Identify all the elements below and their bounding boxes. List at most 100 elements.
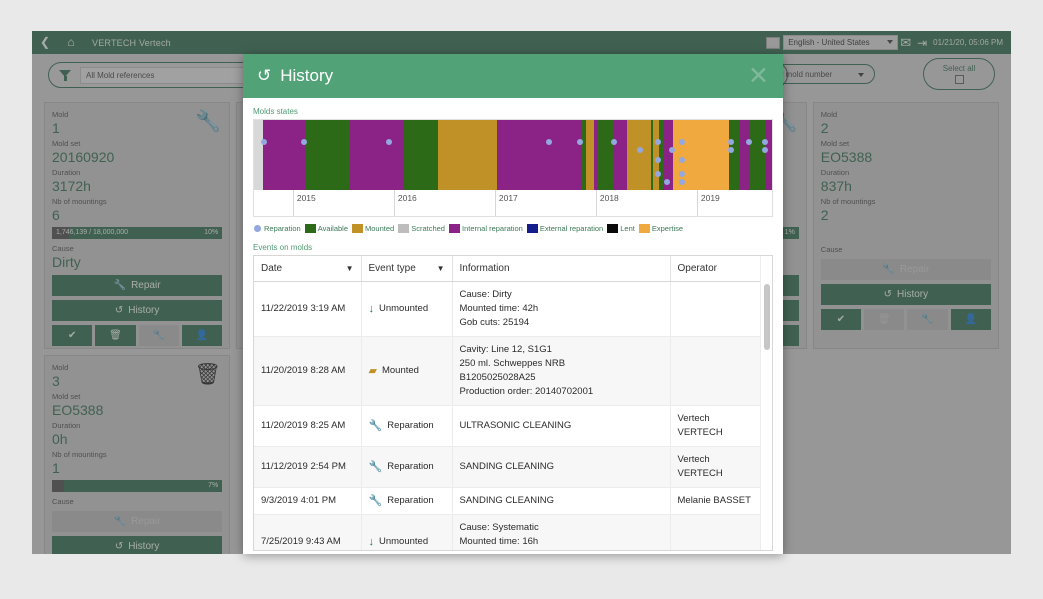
check-button[interactable]: ✔ (52, 325, 93, 346)
events-table: Date ▼ Event type ▼ Information Operator 11/2… (254, 256, 764, 551)
trash-icon[interactable]: 🗑 (195, 364, 222, 385)
cell-operator (670, 281, 764, 337)
table-scrollbar[interactable] (760, 256, 772, 550)
cell-date: 11/12/2019 2:54 PM (254, 446, 362, 488)
legend-label: Available (317, 224, 349, 233)
mountings-label: Nb of mountings (52, 450, 107, 459)
repair-button[interactable]: 🔧 Repair (52, 275, 223, 296)
filter-icon[interactable] (59, 69, 72, 81)
repair-button[interactable]: 🔧 Repair (52, 511, 223, 532)
chart-segment (739, 120, 751, 190)
duration-value: 3172h (52, 178, 91, 194)
usage-meter: 1,746,139 / 18,000,000 10% (52, 227, 223, 239)
moldset-value: 20160920 (52, 149, 115, 165)
information-line: Cavity: Line 12, S1G1 (459, 343, 552, 355)
table-row[interactable]: 11/20/2019 8:28 AM ▰ Mounted Cavity: Line… (254, 336, 764, 406)
logout-icon[interactable]: ⇥ (917, 36, 927, 50)
check-button[interactable]: ✔ (820, 309, 862, 330)
mountings-label: Nb of mountings (820, 197, 876, 206)
history-button[interactable]: ↺ History (52, 536, 223, 554)
table-row[interactable]: 11/12/2019 2:54 PM 🔧 Reparation SANDING C… (254, 446, 764, 488)
check-icon: ✔ (836, 314, 846, 325)
modal-header: ↺ History ✕ (243, 54, 783, 98)
chart-segment (497, 120, 583, 190)
chevron-down-icon (887, 40, 894, 44)
home-icon[interactable]: ⌂ (58, 31, 84, 54)
column-header-label: Event type (368, 262, 416, 274)
reparation-point (727, 139, 734, 146)
table-row[interactable]: 11/20/2019 8:25 AM 🔧 Reparation ULTRASONI… (254, 405, 764, 447)
legend-swatch (448, 224, 460, 233)
cell-information: SANDING CLEANING (452, 446, 671, 488)
column-header-operator[interactable]: Operator (670, 256, 764, 282)
operator-button[interactable]: 👤 (181, 325, 223, 346)
history-icon: ↺ (114, 305, 124, 316)
chart-segment (597, 120, 615, 190)
wrench-icon[interactable]: 🔧 (195, 111, 221, 132)
moldset-label: Mold set (52, 139, 81, 148)
history-button[interactable]: ↺ History (820, 284, 991, 305)
cause-label: Cause (52, 244, 74, 253)
card-action-row: ✔ 🗑 🔧 👤 (52, 325, 223, 346)
cell-event-type: 🔧 Reparation (361, 487, 453, 515)
legend-swatch (254, 225, 261, 232)
table-row[interactable]: 9/3/2019 4:01 PM 🔧 Reparation SANDING CLE… (254, 487, 764, 515)
history-button[interactable]: ↺ History (52, 300, 223, 321)
table-row[interactable]: 11/22/2019 3:19 AM ↓ Unmounted Cause: Dir… (254, 281, 764, 337)
back-icon[interactable]: ❮ (32, 31, 58, 54)
wrench-icon: 🔧 (113, 516, 127, 527)
arrow-down-icon: ↓ (368, 535, 375, 548)
screen: ❮ ⌂ VERTECH Vertech English - United Sta… (0, 0, 1043, 599)
column-header-event-type[interactable]: Event type ▼ (361, 256, 453, 282)
duration-label: Duration (52, 168, 81, 177)
axis-tick-label: 2015 (296, 193, 316, 203)
close-icon[interactable]: ✕ (748, 63, 769, 89)
cell-information: ULTRASONIC CLEANING (452, 405, 671, 447)
filter-icon[interactable]: ▼ (346, 264, 354, 273)
moldset-value: EO5388 (52, 402, 104, 418)
wrench-icon: 🔧 (152, 330, 165, 341)
column-header-information[interactable]: Information (452, 256, 671, 282)
table-row[interactable]: 7/25/2019 9:43 AM ↓ Unmounted Cause: Syst… (254, 514, 764, 551)
select-all-button[interactable]: Select all (923, 58, 995, 90)
usage-meter: 7% (52, 480, 223, 492)
filter-icon[interactable]: ▼ (437, 264, 445, 273)
mold-label: Mold (820, 110, 838, 119)
information-line: Gob cuts: 25194 (459, 316, 530, 328)
mold-card[interactable]: 🔧 Mold 1 Mold set 20160920 Duration 3172… (44, 102, 231, 349)
moldset-label: Mold set (820, 139, 850, 148)
cell-operator (670, 336, 764, 406)
repair-button[interactable]: 🔧 Repair (820, 259, 991, 280)
wrench-button[interactable]: 🔧 (907, 309, 948, 330)
column-header-date[interactable]: Date ▼ (254, 256, 362, 282)
information-line: Gob cuts: 7308 (460, 549, 663, 551)
legend-swatch (526, 224, 538, 233)
operator-icon: 👤 (195, 330, 209, 341)
chart-plot-area (254, 120, 772, 190)
trash-button[interactable]: 🗑 (95, 325, 136, 346)
cell-operator: Melanie BASSET (670, 487, 764, 515)
envelope-icon[interactable]: ✉ (900, 35, 911, 51)
language-selector[interactable]: English - United States (783, 35, 899, 50)
chevron-down-icon (858, 73, 864, 77)
duration-label: Duration (820, 168, 850, 177)
select-all-checkbox[interactable] (954, 75, 964, 84)
cell-date: 9/3/2019 4:01 PM (254, 487, 362, 515)
mold-card[interactable]: Mold 2 Mold set EO5388 Duration 837h Nb … (812, 102, 999, 349)
axis-tick-label: 2019 (700, 193, 720, 203)
chart-section-label: Molds states (253, 107, 298, 116)
operator-button[interactable]: 👤 (950, 309, 991, 330)
repair-label: Repair (131, 280, 161, 291)
chart-legend: Reparation Available Mounted Scratched Inter… (253, 224, 773, 233)
scrollbar-thumb[interactable] (764, 284, 770, 350)
trash-button[interactable]: 🗑 (864, 309, 905, 330)
modal-body: Molds states 2015 2016 2017 2018 2019 Repara… (243, 98, 783, 551)
mold-card[interactable]: 🗑 Mold 3 Mold set EO5388 Duration 0h Nb … (44, 355, 231, 554)
cause-label: Cause (52, 497, 74, 506)
legend-swatch (638, 224, 650, 233)
modal-title: History (280, 66, 334, 85)
chart-segment (728, 120, 740, 190)
wrench-button[interactable]: 🔧 (138, 325, 179, 346)
column-header-label: Date (261, 262, 283, 274)
app-title: VERTECH Vertech (92, 37, 171, 48)
